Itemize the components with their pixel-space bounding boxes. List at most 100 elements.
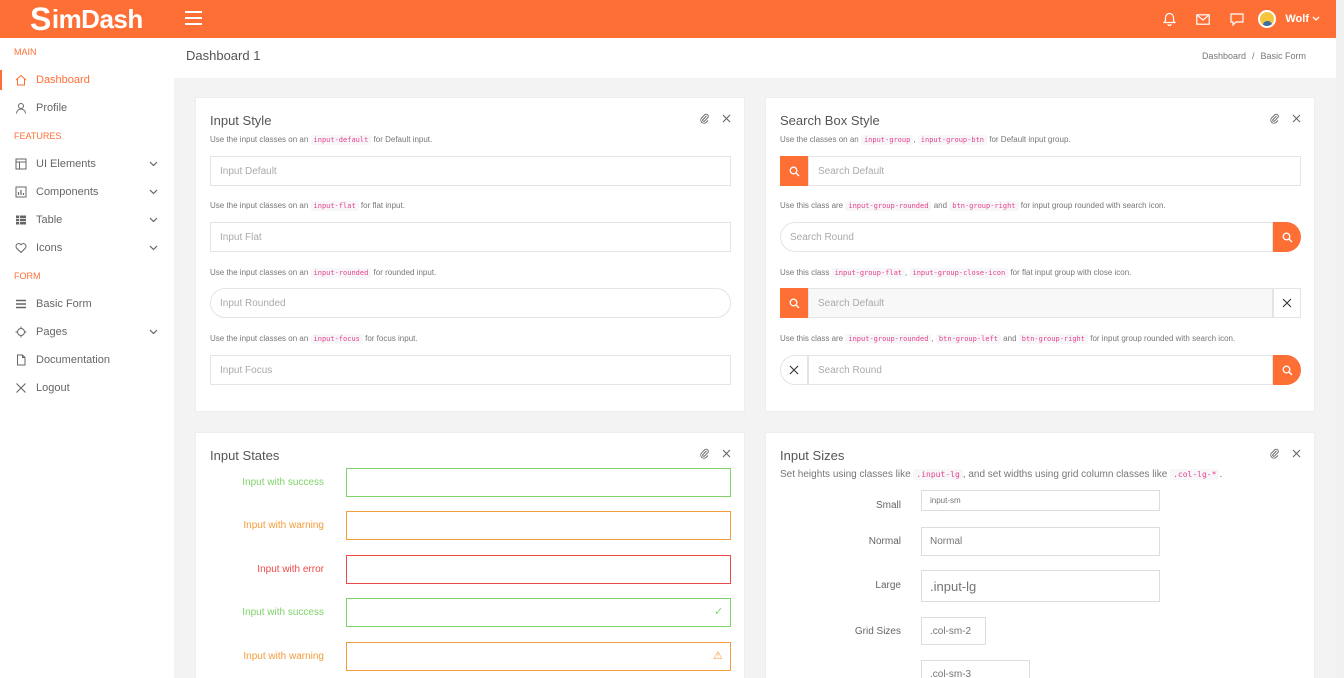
hint-text: , and set widths using grid column class… <box>962 469 1168 480</box>
hint-code: input-focus <box>310 334 363 344</box>
search-button[interactable] <box>780 156 808 186</box>
hint-code: btn-group-left <box>935 334 1001 344</box>
input-default-field[interactable] <box>210 156 731 186</box>
page-scrollbar[interactable] <box>1336 0 1344 678</box>
breadcrumb-dashboard[interactable]: Dashboard <box>1202 51 1246 61</box>
sidebar-item-label: Logout <box>36 382 70 394</box>
mail-icon[interactable] <box>1186 0 1220 38</box>
table-icon <box>14 213 28 227</box>
input-col-sm-3-field[interactable] <box>921 660 1030 678</box>
input-focus-field[interactable] <box>210 355 731 385</box>
layout-icon <box>14 157 28 171</box>
chevron-down-icon <box>149 161 158 167</box>
search-button[interactable] <box>1273 222 1301 252</box>
hint-code: input-rounded <box>310 268 372 278</box>
sidebar-item-pages[interactable]: Pages <box>0 318 174 346</box>
hint-text: and <box>933 201 948 210</box>
input-flat-field[interactable] <box>210 222 731 252</box>
card-tools <box>698 447 732 459</box>
hint-text: Use the classes on an <box>780 135 859 144</box>
grid-sizes-label: Grid Sizes <box>854 626 901 637</box>
warning-icon: ⚠ <box>713 650 723 662</box>
chevron-down-icon <box>1312 16 1320 21</box>
hint-code: .input-lg <box>913 469 963 480</box>
sidebar-item-documentation[interactable]: Documentation <box>0 346 174 374</box>
hint-search-rounded: Use this class are input-group-rounded a… <box>780 201 1166 211</box>
chevron-down-icon <box>149 245 158 251</box>
breadcrumb: Dashboard / Basic Form <box>1202 51 1306 61</box>
hamburger-menu-icon[interactable] <box>185 11 202 25</box>
sidebar-item-components[interactable]: Components <box>0 178 174 206</box>
close-icon[interactable] <box>720 447 732 459</box>
chevron-down-icon <box>149 189 158 195</box>
card-tools <box>1268 112 1302 124</box>
hint-input-focus: Use the input classes on an input-focus … <box>210 334 418 344</box>
page-header: Dashboard 1 Dashboard / Basic Form <box>174 38 1336 78</box>
input-large-field[interactable] <box>921 570 1160 602</box>
close-icon[interactable] <box>1290 447 1302 459</box>
close-icon[interactable] <box>1290 112 1302 124</box>
search-flat-input[interactable] <box>808 288 1273 318</box>
sidebar-item-basic-form[interactable]: Basic Form <box>0 290 174 318</box>
bell-icon[interactable] <box>1152 0 1186 38</box>
clear-search-button[interactable] <box>1273 288 1301 318</box>
input-small-field[interactable] <box>921 490 1160 511</box>
success-input-with-icon[interactable] <box>346 598 731 627</box>
sidebar-item-table[interactable]: Table <box>0 206 174 234</box>
normal-label: Normal <box>868 536 901 547</box>
sidebar-item-dashboard[interactable]: Dashboard <box>0 66 174 94</box>
success-input[interactable] <box>346 468 731 497</box>
search-round-both-input[interactable] <box>808 355 1273 385</box>
sidebar-item-icons[interactable]: Icons <box>0 234 174 262</box>
breadcrumb-separator: / <box>1251 51 1255 61</box>
hint-text: for flat input. <box>360 201 405 210</box>
search-default-input[interactable] <box>808 156 1301 186</box>
close-icon[interactable] <box>720 112 732 124</box>
chat-icon[interactable] <box>1220 0 1254 38</box>
warning-label: Input with warning <box>243 651 324 662</box>
card-title: Input Style <box>210 113 272 128</box>
hint-search-rounded-both: Use this class are input-group-rounded, … <box>780 334 1236 344</box>
hint-code: input-default <box>310 135 372 145</box>
sidebar-item-label: Table <box>36 214 63 226</box>
clear-search-button[interactable] <box>780 355 808 385</box>
input-col-sm-2-field[interactable] <box>921 617 986 645</box>
page-title: Dashboard 1 <box>186 48 261 63</box>
card-title: Search Box Style <box>780 113 880 128</box>
sidebar-item-label: Pages <box>36 326 68 338</box>
sidebar-item-ui-elements[interactable]: UI Elements <box>0 150 174 178</box>
search-round-input[interactable] <box>780 222 1273 252</box>
search-button[interactable] <box>780 288 808 318</box>
hint-code: input-group <box>860 135 914 145</box>
paperclip-icon[interactable] <box>698 447 710 459</box>
target-icon <box>14 325 28 339</box>
warning-input-with-icon[interactable] <box>346 642 731 671</box>
hint-text: for rounded input. <box>373 268 437 277</box>
user-menu[interactable]: Wolf <box>1285 13 1320 25</box>
avatar[interactable] <box>1258 10 1277 28</box>
sidebar-item-label: Components <box>36 186 99 198</box>
paperclip-icon[interactable] <box>1268 112 1280 124</box>
hint-text: for focus input. <box>365 334 418 343</box>
hint-text: for input group rounded with search icon… <box>1090 334 1236 343</box>
search-icon <box>1282 365 1292 375</box>
input-states-card: Input States Input with success Input wi… <box>195 432 745 678</box>
card-tools <box>1268 447 1302 459</box>
user-icon <box>14 101 28 115</box>
large-label: Large <box>875 580 901 591</box>
paperclip-icon[interactable] <box>1268 447 1280 459</box>
input-sizes-description: Set heights using classes like .input-lg… <box>780 469 1222 480</box>
input-rounded-field[interactable] <box>210 288 731 318</box>
search-button[interactable] <box>1273 355 1301 385</box>
paperclip-icon[interactable] <box>698 112 710 124</box>
brand-logo[interactable]: SimDash <box>30 1 143 37</box>
input-normal-field[interactable] <box>921 527 1160 556</box>
card-title: Input States <box>210 448 280 463</box>
error-input[interactable] <box>346 555 731 584</box>
sidebar-item-logout[interactable]: Logout <box>0 374 174 402</box>
input-sizes-card: Input Sizes Set heights using classes li… <box>765 432 1315 678</box>
warning-input[interactable] <box>346 511 731 540</box>
hint-code: input-group-btn <box>917 135 987 145</box>
sidebar-item-profile[interactable]: Profile <box>0 94 174 122</box>
success-label: Input with success <box>242 477 324 488</box>
